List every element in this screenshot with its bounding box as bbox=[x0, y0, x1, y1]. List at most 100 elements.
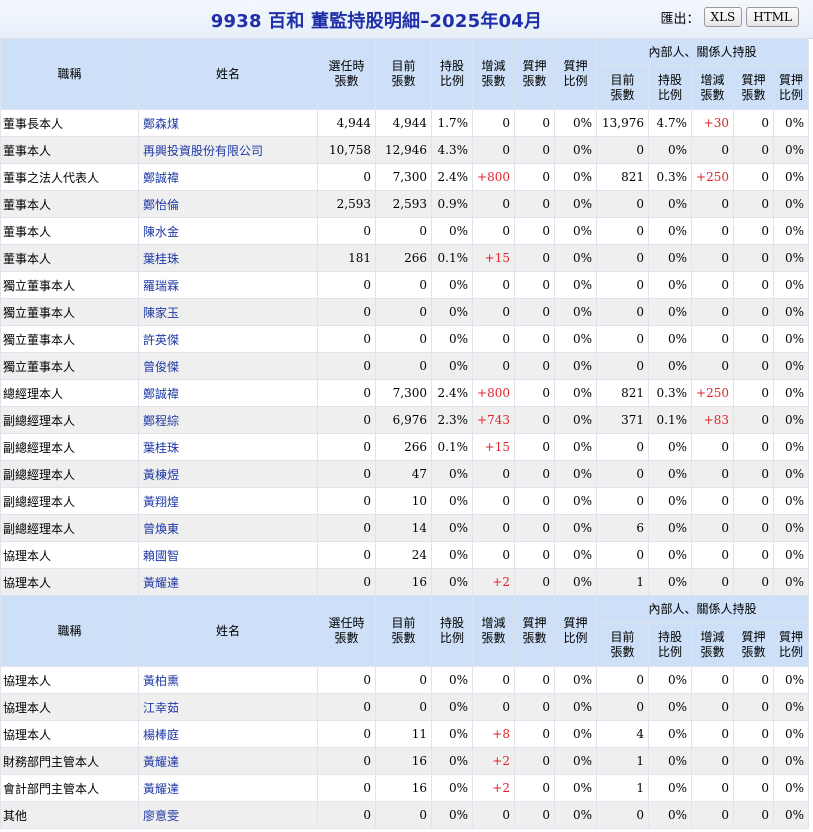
table-row: 獨立董事本人 許英傑 0 0 0% 0 0 0% 0 0% 0 0 0% bbox=[0, 325, 810, 353]
cell-current-shares: 4,944 bbox=[375, 109, 432, 137]
cell-name-link[interactable]: 鄭程綜 bbox=[138, 406, 318, 434]
cell-name-link[interactable]: 羅瑞霖 bbox=[138, 271, 318, 299]
cell-pledge-ratio: 0% bbox=[554, 190, 597, 218]
cell-insider-holding-ratio: 0% bbox=[648, 298, 692, 326]
cell-name-link[interactable]: 葉桂珠 bbox=[138, 244, 318, 272]
cell-insider-current-shares: 0 bbox=[596, 298, 649, 326]
cell-insider-pledged-shares: 0 bbox=[733, 460, 774, 488]
cell-pledge-ratio: 0% bbox=[554, 271, 597, 299]
cell-name-link[interactable]: 陳家玉 bbox=[138, 298, 318, 326]
cell-elected-shares: 0 bbox=[317, 433, 376, 461]
cell-change-shares: +743 bbox=[472, 406, 515, 434]
table-row: 副總經理本人 鄭程綜 0 6,976 2.3% +743 0 0% 371 0.1% +83 0 0% bbox=[0, 406, 810, 434]
cell-elected-shares: 0 bbox=[317, 666, 376, 694]
col-header-title: 職稱 bbox=[0, 38, 139, 110]
cell-holding-ratio: 0% bbox=[431, 568, 473, 596]
cell-pledge-ratio: 0% bbox=[554, 693, 597, 721]
cell-pledge-ratio: 0% bbox=[554, 163, 597, 191]
cell-name-link[interactable]: 鄭怡倫 bbox=[138, 190, 318, 218]
cell-pledged-shares: 0 bbox=[514, 541, 555, 569]
cell-title: 財務部門主管本人 bbox=[0, 747, 139, 775]
col-header-insider-current-shares: 目前 張數 bbox=[596, 622, 649, 667]
export-xls-button[interactable]: XLS bbox=[703, 7, 743, 27]
cell-name-link[interactable]: 賴國智 bbox=[138, 541, 318, 569]
cell-name-link[interactable]: 曾俊傑 bbox=[138, 352, 318, 380]
cell-insider-current-shares: 0 bbox=[596, 217, 649, 245]
cell-pledge-ratio: 0% bbox=[554, 136, 597, 164]
cell-name-link[interactable]: 黃翔煌 bbox=[138, 487, 318, 515]
cell-insider-current-shares: 0 bbox=[596, 487, 649, 515]
cell-change-shares: +15 bbox=[472, 433, 515, 461]
cell-title: 副總經理本人 bbox=[0, 514, 139, 542]
cell-holding-ratio: 0.1% bbox=[431, 244, 473, 272]
cell-name-link[interactable]: 陳水金 bbox=[138, 217, 318, 245]
cell-pledge-ratio: 0% bbox=[554, 298, 597, 326]
cell-pledge-ratio: 0% bbox=[554, 109, 597, 137]
cell-change-shares: 0 bbox=[472, 541, 515, 569]
cell-change-shares: 0 bbox=[472, 109, 515, 137]
cell-change-shares: +15 bbox=[472, 244, 515, 272]
cell-current-shares: 7,300 bbox=[375, 163, 432, 191]
cell-insider-change-shares: +250 bbox=[691, 379, 734, 407]
cell-name-link[interactable]: 黃耀達 bbox=[138, 774, 318, 802]
cell-insider-holding-ratio: 0% bbox=[648, 352, 692, 380]
cell-insider-pledge-ratio: 0% bbox=[772, 352, 810, 380]
cell-change-shares: 0 bbox=[472, 217, 515, 245]
export-html-button[interactable]: HTML bbox=[746, 7, 799, 27]
cell-name-link[interactable]: 黃耀達 bbox=[138, 747, 318, 775]
col-header-current-shares: 目前 張數 bbox=[375, 595, 432, 667]
cell-title: 副總經理本人 bbox=[0, 487, 139, 515]
cell-name-link[interactable]: 再興投資股份有限公司 bbox=[138, 136, 318, 164]
cell-insider-current-shares: 1 bbox=[596, 747, 649, 775]
cell-holding-ratio: 4.3% bbox=[431, 136, 473, 164]
cell-insider-pledged-shares: 0 bbox=[733, 352, 774, 380]
cell-title: 總經理本人 bbox=[0, 379, 139, 407]
cell-holding-ratio: 0% bbox=[431, 298, 473, 326]
cell-insider-pledge-ratio: 0% bbox=[772, 136, 810, 164]
cell-elected-shares: 0 bbox=[317, 298, 376, 326]
col-header-insider-holding-ratio: 持股 比例 bbox=[648, 622, 692, 667]
cell-pledge-ratio: 0% bbox=[554, 801, 597, 829]
cell-name-link[interactable]: 葉桂珠 bbox=[138, 433, 318, 461]
cell-name-link[interactable]: 黃柏熏 bbox=[138, 666, 318, 694]
cell-insider-current-shares: 0 bbox=[596, 244, 649, 272]
cell-title: 其他 bbox=[0, 801, 139, 829]
cell-insider-pledge-ratio: 0% bbox=[772, 774, 810, 802]
cell-name-link[interactable]: 許英傑 bbox=[138, 325, 318, 353]
cell-pledged-shares: 0 bbox=[514, 163, 555, 191]
cell-insider-pledged-shares: 0 bbox=[733, 541, 774, 569]
cell-name-link[interactable]: 廖意雯 bbox=[138, 801, 318, 829]
cell-elected-shares: 0 bbox=[317, 747, 376, 775]
cell-name-link[interactable]: 黃棟煜 bbox=[138, 460, 318, 488]
cell-holding-ratio: 0% bbox=[431, 217, 473, 245]
cell-insider-pledged-shares: 0 bbox=[733, 244, 774, 272]
export-label: 匯出： bbox=[660, 11, 700, 27]
col-header-pledge-ratio: 質押 比例 bbox=[554, 38, 597, 110]
col-header-insider-pledged-shares: 質押 張數 bbox=[733, 622, 774, 667]
cell-name-link[interactable]: 黃耀達 bbox=[138, 568, 318, 596]
cell-insider-change-shares: 0 bbox=[691, 433, 734, 461]
col-header-holding-ratio: 持股 比例 bbox=[431, 38, 473, 110]
cell-pledge-ratio: 0% bbox=[554, 720, 597, 748]
cell-insider-pledged-shares: 0 bbox=[733, 747, 774, 775]
cell-pledge-ratio: 0% bbox=[554, 568, 597, 596]
table-row: 協理本人 黃耀達 0 16 0% +2 0 0% 1 0% 0 0 0% bbox=[0, 568, 810, 596]
cell-insider-holding-ratio: 0% bbox=[648, 720, 692, 748]
cell-name-link[interactable]: 鄭誠禕 bbox=[138, 379, 318, 407]
cell-insider-change-shares: 0 bbox=[691, 271, 734, 299]
cell-name-link[interactable]: 楊棒庭 bbox=[138, 720, 318, 748]
cell-name-link[interactable]: 鄭誠禕 bbox=[138, 163, 318, 191]
cell-elected-shares: 0 bbox=[317, 325, 376, 353]
cell-holding-ratio: 0.9% bbox=[431, 190, 473, 218]
cell-title: 董事長本人 bbox=[0, 109, 139, 137]
cell-name-link[interactable]: 曾煥東 bbox=[138, 514, 318, 542]
cell-name-link[interactable]: 江幸茹 bbox=[138, 693, 318, 721]
cell-insider-current-shares: 13,976 bbox=[596, 109, 649, 137]
cell-name-link[interactable]: 鄭森煤 bbox=[138, 109, 318, 137]
cell-current-shares: 16 bbox=[375, 774, 432, 802]
cell-title: 會計部門主管本人 bbox=[0, 774, 139, 802]
cell-insider-holding-ratio: 0% bbox=[648, 244, 692, 272]
col-group-insider-holdings: 內部人、關係人持股 bbox=[595, 594, 810, 624]
cell-current-shares: 0 bbox=[375, 298, 432, 326]
cell-pledge-ratio: 0% bbox=[554, 379, 597, 407]
